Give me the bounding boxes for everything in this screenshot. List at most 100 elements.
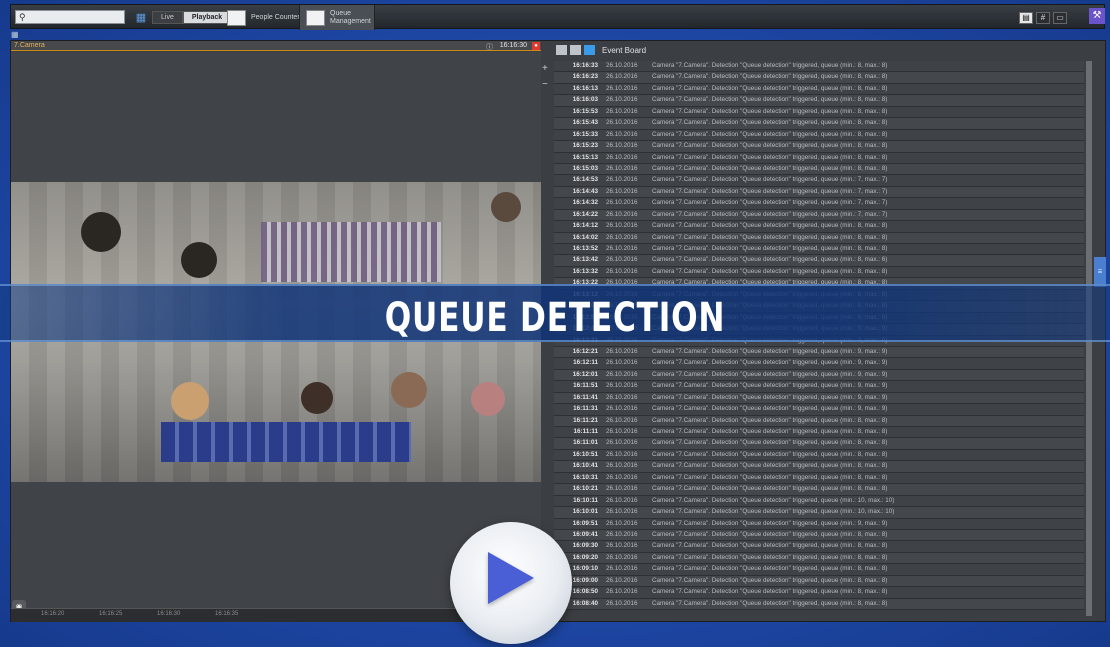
event-row[interactable]: 16:14:02 26.10.2016 Camera "7.Camera". Det…: [554, 232, 1084, 244]
event-row[interactable]: 16:11:51 26.10.2016 Camera "7.Camera". Det…: [554, 381, 1084, 393]
event-message: Camera "7.Camera". Detection "Queue dete…: [652, 473, 888, 481]
event-date: 26.10.2016: [606, 370, 638, 378]
event-row[interactable]: 16:11:31 26.10.2016 Camera "7.Camera". Det…: [554, 404, 1084, 416]
event-message: Camera "7.Camera". Detection "Queue dete…: [652, 359, 888, 367]
checkout-counter: [261, 222, 441, 282]
people-counter-layout[interactable]: People Counter: [227, 5, 300, 30]
event-message: Camera "7.Camera". Detection "Queue dete…: [652, 508, 895, 516]
event-row[interactable]: 16:15:03 26.10.2016 Camera "7.Camera". Det…: [554, 163, 1084, 176]
fullscreen-icon[interactable]: ▭: [1053, 12, 1067, 24]
event-board-icon[interactable]: [584, 45, 595, 55]
event-row[interactable]: 16:13:52 26.10.2016 Camera "7.Camera". Det…: [554, 244, 1084, 256]
event-row[interactable]: 16:09:20 26.10.2016 Camera "7.Camera". Det…: [554, 552, 1084, 565]
event-date: 26.10.2016: [606, 382, 638, 390]
event-row[interactable]: 16:15:53 26.10.2016 Camera "7.Camera". Det…: [554, 106, 1084, 119]
event-row[interactable]: 16:14:53 26.10.2016 Camera "7.Camera". Det…: [554, 175, 1084, 187]
mode-playback-button[interactable]: Playback: [182, 11, 232, 24]
event-row[interactable]: 16:11:41 26.10.2016 Camera "7.Camera". Det…: [554, 392, 1084, 405]
event-message: Camera "7.Camera". Detection "Queue dete…: [652, 245, 888, 252]
shopping-carts: [161, 422, 411, 462]
event-row[interactable]: 16:09:41 26.10.2016 Camera "7.Camera". Det…: [554, 529, 1084, 542]
event-row[interactable]: 16:15:13 26.10.2016 Camera "7.Camera". Det…: [554, 152, 1084, 164]
timeline-tick: 16:16:25: [99, 611, 123, 617]
queue-management-layout[interactable]: Queue Management: [299, 5, 375, 30]
layout-thumbnail-icon: [227, 9, 246, 26]
event-row[interactable]: 16:08:40 26.10.2016 Camera "7.Camera". Det…: [554, 598, 1084, 610]
event-message: Camera "7.Camera". Detection "Queue dete…: [652, 142, 888, 150]
event-date: 26.10.2016: [606, 485, 638, 493]
event-row[interactable]: 16:09:00 26.10.2016 Camera "7.Camera". Det…: [554, 575, 1084, 588]
event-row[interactable]: 16:08:50 26.10.2016 Camera "7.Camera". Det…: [554, 587, 1084, 599]
event-message: Camera "7.Camera". Detection "Queue dete…: [652, 107, 888, 115]
zoom-out-icon[interactable]: −: [542, 79, 548, 90]
event-time: 16:15:43: [572, 119, 598, 127]
event-row[interactable]: 16:10:21 26.10.2016 Camera "7.Camera". Det…: [554, 484, 1084, 496]
event-message: Camera "7.Camera". Detection "Queue dete…: [652, 599, 888, 607]
event-time: 16:11:11: [573, 428, 598, 435]
event-message: Camera "7.Camera". Detection "Queue dete…: [652, 164, 888, 172]
event-message: Camera "7.Camera". Detection "Queue dete…: [652, 267, 888, 275]
event-row[interactable]: 16:12:11 26.10.2016 Camera "7.Camera". Det…: [554, 358, 1084, 370]
event-date: 26.10.2016: [606, 119, 638, 127]
event-row[interactable]: 16:16:13 26.10.2016 Camera "7.Camera". Det…: [554, 83, 1084, 96]
grid-view-icon[interactable]: #: [1036, 12, 1050, 24]
event-message: Camera "7.Camera". Detection "Queue dete…: [652, 496, 895, 504]
list-view-icon[interactable]: [570, 45, 581, 55]
event-time: 16:10:51: [572, 450, 598, 458]
alarm-icon[interactable]: ●: [532, 42, 540, 50]
event-row[interactable]: 16:16:03 26.10.2016 Camera "7.Camera". Det…: [554, 95, 1084, 107]
event-row[interactable]: 16:14:12 26.10.2016 Camera "7.Camera". Det…: [554, 221, 1084, 233]
event-time: 16:15:23: [572, 142, 598, 150]
event-time: 16:11:21: [573, 416, 598, 424]
event-row[interactable]: 16:10:51 26.10.2016 Camera "7.Camera". Det…: [554, 449, 1084, 462]
event-row[interactable]: 16:09:30 26.10.2016 Camera "7.Camera". Det…: [554, 541, 1084, 553]
event-row[interactable]: 16:12:21 26.10.2016 Camera "7.Camera". Det…: [554, 346, 1084, 359]
event-date: 26.10.2016: [606, 542, 638, 550]
event-date: 26.10.2016: [606, 256, 638, 264]
event-row[interactable]: 16:15:33 26.10.2016 Camera "7.Camera". Det…: [554, 129, 1084, 142]
event-row[interactable]: 16:16:23 26.10.2016 Camera "7.Camera". Det…: [554, 72, 1084, 84]
grid-icon: ▦: [135, 11, 147, 24]
event-date: 26.10.2016: [606, 416, 638, 424]
event-time: 16:13:52: [572, 245, 598, 252]
event-row[interactable]: 16:14:43 26.10.2016 Camera "7.Camera". Det…: [554, 186, 1084, 199]
event-message: Camera "7.Camera". Detection "Queue dete…: [652, 73, 888, 81]
mode-live-button[interactable]: Live: [152, 11, 183, 24]
event-row[interactable]: 16:15:23 26.10.2016 Camera "7.Camera". Det…: [554, 141, 1084, 153]
event-row[interactable]: 16:13:42 26.10.2016 Camera "7.Camera". Det…: [554, 255, 1084, 267]
play-button[interactable]: [450, 522, 572, 644]
event-row[interactable]: 16:11:01 26.10.2016 Camera "7.Camera". Det…: [554, 438, 1084, 450]
layout-grid-button[interactable]: ▦: [134, 10, 148, 24]
settings-tools-icon[interactable]: ⚒: [1089, 8, 1105, 24]
layout-view-icon[interactable]: ▤: [1019, 12, 1033, 24]
event-row[interactable]: 16:12:01 26.10.2016 Camera "7.Camera". Det…: [554, 369, 1084, 382]
event-row[interactable]: 16:11:11 26.10.2016 Camera "7.Camera". Det…: [554, 427, 1084, 439]
event-row[interactable]: 16:09:10 26.10.2016 Camera "7.Camera". Det…: [554, 564, 1084, 576]
event-row[interactable]: 16:10:31 26.10.2016 Camera "7.Camera". Det…: [554, 472, 1084, 485]
event-date: 26.10.2016: [606, 187, 638, 195]
event-row[interactable]: 16:09:51 26.10.2016 Camera "7.Camera". Det…: [554, 518, 1084, 530]
event-row[interactable]: 16:14:22 26.10.2016 Camera "7.Camera". Det…: [554, 209, 1084, 222]
event-message: Camera "7.Camera". Detection "Queue dete…: [652, 119, 888, 127]
event-date: 26.10.2016: [606, 530, 638, 538]
side-panel-tab[interactable]: ☰: [1094, 257, 1106, 287]
event-row[interactable]: 16:15:43 26.10.2016 Camera "7.Camera". Det…: [554, 118, 1084, 130]
search-icon: ⚲: [19, 12, 26, 22]
event-date: 26.10.2016: [606, 428, 638, 435]
event-message: Camera "7.Camera". Detection "Queue dete…: [652, 588, 888, 596]
event-row[interactable]: 16:14:32 26.10.2016 Camera "7.Camera". Det…: [554, 198, 1084, 210]
event-message: Camera "7.Camera". Detection "Queue dete…: [652, 153, 888, 161]
event-row[interactable]: 16:16:33 26.10.2016 Camera "7.Camera". Det…: [554, 61, 1084, 73]
info-icon[interactable]: ⓘ: [486, 42, 493, 52]
expand-icon[interactable]: ▦: [11, 30, 19, 39]
zoom-in-icon[interactable]: +: [542, 63, 548, 74]
event-row[interactable]: 16:11:21 26.10.2016 Camera "7.Camera". Det…: [554, 415, 1084, 427]
event-time: 16:10:31: [572, 473, 598, 481]
event-row[interactable]: 16:10:01 26.10.2016 Camera "7.Camera". Det…: [554, 507, 1084, 519]
search-input[interactable]: ⚲: [15, 10, 125, 24]
event-row[interactable]: 16:13:32 26.10.2016 Camera "7.Camera". Det…: [554, 266, 1084, 279]
tile-view-icon[interactable]: [556, 45, 567, 55]
event-row[interactable]: 16:10:11 26.10.2016 Camera "7.Camera". Det…: [554, 495, 1084, 508]
event-time: 16:09:51: [572, 519, 598, 527]
event-row[interactable]: 16:10:41 26.10.2016 Camera "7.Camera". Det…: [554, 461, 1084, 473]
